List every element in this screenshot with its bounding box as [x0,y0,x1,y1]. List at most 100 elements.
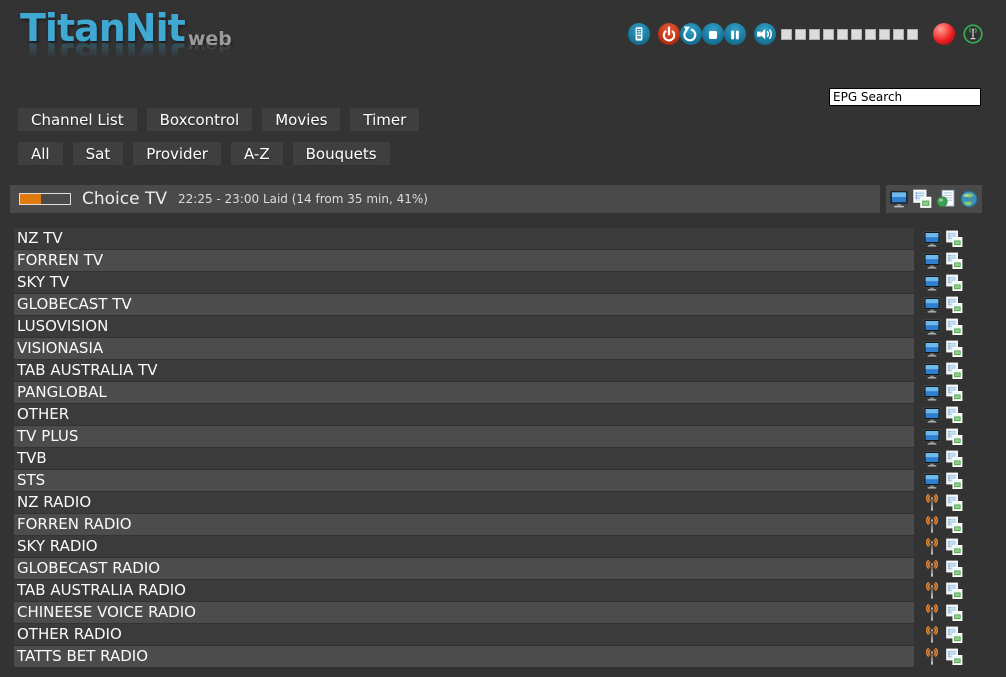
tv-icon[interactable] [923,450,941,468]
volume-segment[interactable] [781,29,792,40]
epg-copy-icon[interactable] [945,560,963,578]
channel-row-bar[interactable]: LUSOVISION [14,316,914,337]
epg-copy-icon[interactable] [945,230,963,248]
tv-icon[interactable] [923,472,941,490]
radio-icon[interactable] [923,494,941,512]
volume-mute-button[interactable] [754,23,776,45]
pause-icon [724,23,746,45]
tab-channel-list[interactable]: Channel List [18,108,137,131]
channel-name: SKY RADIO [17,537,98,555]
channel-row-bar[interactable]: TATTS BET RADIO [14,646,914,667]
volume-segment[interactable] [879,29,890,40]
epg-copy-icon[interactable] [945,296,963,314]
channel-row-bar[interactable]: FORREN TV [14,250,914,271]
epg-copy-icon[interactable] [945,494,963,512]
epg-copy-icon[interactable] [945,582,963,600]
epg-web-icon[interactable] [936,189,956,209]
channel-row: OTHER RADIO [14,624,1006,645]
tv-screen-icon[interactable] [889,189,909,209]
epg-copy-icon[interactable] [945,538,963,556]
epg-copy-icon[interactable] [945,318,963,336]
channel-row-bar[interactable]: SKY TV [14,272,914,293]
tv-icon[interactable] [923,406,941,424]
channel-row-bar[interactable]: CHINEESE VOICE RADIO [14,602,914,623]
filter-a-z[interactable]: A-Z [231,142,283,165]
channel-row-bar[interactable]: OTHER RADIO [14,624,914,645]
filter-sat[interactable]: Sat [73,142,124,165]
epg-copy-icon[interactable] [945,340,963,358]
epg-copy-icon[interactable] [945,362,963,380]
channel-name: FORREN RADIO [17,515,132,533]
power-button[interactable] [658,23,680,45]
volume-segment[interactable] [851,29,862,40]
tv-icon[interactable] [923,384,941,402]
radio-icon[interactable] [923,626,941,644]
radio-icon[interactable] [923,648,941,666]
epg-copy-icon[interactable] [945,516,963,534]
filter-bouquets[interactable]: Bouquets [293,142,390,165]
stream-button[interactable] [962,23,984,45]
stop-button[interactable] [702,23,724,45]
channel-row: NZ RADIO [14,492,1006,513]
tab-boxcontrol[interactable]: Boxcontrol [147,108,253,131]
channel-row-bar[interactable]: OTHER [14,404,914,425]
channel-row-bar[interactable]: STS [14,470,914,491]
reload-icon [680,23,702,45]
epg-copy-icon[interactable] [945,274,963,292]
radio-icon[interactable] [923,516,941,534]
tv-icon[interactable] [923,362,941,380]
epg-copy-icon[interactable] [945,604,963,622]
radio-icon[interactable] [923,582,941,600]
remote-control-button[interactable] [628,23,650,45]
epg-copy-icon[interactable] [945,626,963,644]
epg-copy-icon[interactable] [945,428,963,446]
channel-row-bar[interactable]: PANGLOBAL [14,382,914,403]
reload-button[interactable] [680,23,702,45]
channel-row-bar[interactable]: GLOBECAST RADIO [14,558,914,579]
tv-icon[interactable] [923,340,941,358]
record-button[interactable] [933,23,955,45]
channel-row-bar[interactable]: GLOBECAST TV [14,294,914,315]
volume-segment[interactable] [837,29,848,40]
channel-row-bar[interactable]: NZ TV [14,228,914,249]
filter-all[interactable]: All [18,142,63,165]
channel-row-bar[interactable]: TV PLUS [14,426,914,447]
radio-icon[interactable] [923,538,941,556]
epg-copy-icon[interactable] [945,384,963,402]
epg-copy-icon[interactable] [945,450,963,468]
radio-icon[interactable] [923,560,941,578]
epg-search-input[interactable] [829,88,981,106]
channel-row-bar[interactable]: TAB AUSTRALIA RADIO [14,580,914,601]
epg-copy-icon[interactable] [945,648,963,666]
tv-icon[interactable] [923,274,941,292]
volume-segment[interactable] [865,29,876,40]
volume-segment[interactable] [893,29,904,40]
epg-copy-icon[interactable] [912,189,932,209]
tab-movies[interactable]: Movies [262,108,340,131]
channel-row-bar[interactable]: VISIONASIA [14,338,914,359]
volume-segment[interactable] [823,29,834,40]
channel-row-bar[interactable]: FORREN RADIO [14,514,914,535]
tv-icon[interactable] [923,252,941,270]
globe-icon[interactable] [959,189,979,209]
tab-timer[interactable]: Timer [350,108,419,131]
channel-row-bar[interactable]: TVB [14,448,914,469]
channel-row-bar[interactable]: NZ RADIO [14,492,914,513]
volume-segment[interactable] [809,29,820,40]
tv-icon[interactable] [923,230,941,248]
channel-row-bar[interactable]: TAB AUSTRALIA TV [14,360,914,381]
channel-row: NZ TV [14,228,1006,249]
volume-segment[interactable] [795,29,806,40]
tv-icon[interactable] [923,296,941,314]
pause-button[interactable] [724,23,746,45]
epg-copy-icon[interactable] [945,406,963,424]
radio-icon[interactable] [923,604,941,622]
epg-copy-icon[interactable] [945,252,963,270]
channel-name: GLOBECAST RADIO [17,559,160,577]
filter-provider[interactable]: Provider [133,142,221,165]
channel-row-bar[interactable]: SKY RADIO [14,536,914,557]
epg-copy-icon[interactable] [945,472,963,490]
tv-icon[interactable] [923,318,941,336]
tv-icon[interactable] [923,428,941,446]
volume-segment[interactable] [907,29,918,40]
